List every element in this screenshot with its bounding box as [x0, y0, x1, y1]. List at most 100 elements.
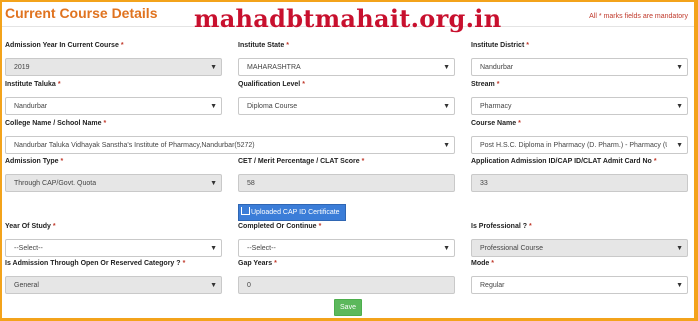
- year-of-study-select[interactable]: --Select-- ▼: [5, 239, 222, 257]
- admission-type-select[interactable]: Through CAP/Govt. Quota ▼: [5, 174, 222, 192]
- gap-years-field: Gap Years * 0: [238, 259, 455, 294]
- cet-score-field: CET / Merit Percentage / CLAT Score * 58: [238, 157, 455, 192]
- qualification-level-select[interactable]: Diploma Course ▼: [238, 97, 455, 115]
- institute-state-select[interactable]: MAHARASHTRA ▼: [238, 58, 455, 76]
- field-label: Institute District: [471, 42, 525, 49]
- input-value: 33: [480, 180, 488, 187]
- select-value: General: [14, 282, 39, 289]
- required-mark: *: [274, 260, 277, 267]
- required-mark: *: [529, 223, 532, 230]
- upload-button-label: Uploaded CAP ID Certificate: [251, 209, 340, 216]
- select-value: Post H.S.C. Diploma in Pharmacy (D. Phar…: [480, 142, 667, 149]
- upload-cap-certificate-button[interactable]: Uploaded CAP ID Certificate: [238, 204, 346, 221]
- required-mark: *: [518, 120, 521, 127]
- is-professional-select[interactable]: Professional Course ▼: [471, 239, 688, 257]
- select-value: --Select--: [14, 245, 43, 252]
- required-mark: *: [120, 42, 124, 49]
- gap-years-input[interactable]: 0: [238, 276, 455, 294]
- select-value: 2019: [14, 64, 30, 71]
- save-button[interactable]: Save: [334, 299, 362, 316]
- required-mark: *: [52, 223, 56, 230]
- required-mark: *: [103, 120, 107, 127]
- field-label: Year Of Study: [5, 223, 51, 230]
- select-value: MAHARASHTRA: [247, 64, 301, 71]
- mandatory-note: All * marks fields are mandatory: [589, 13, 688, 20]
- required-mark: *: [57, 81, 61, 88]
- field-label: Is Admission Through Open Or Reserved Ca…: [5, 260, 181, 267]
- chevron-down-icon: ▼: [676, 103, 683, 110]
- field-label: Gap Years: [238, 260, 273, 267]
- input-value: 58: [247, 180, 255, 187]
- chevron-down-icon: ▼: [676, 282, 683, 289]
- mode-field: Mode * Regular ▼: [471, 259, 688, 294]
- chevron-down-icon: ▼: [443, 142, 450, 149]
- required-mark: *: [496, 81, 500, 88]
- chevron-down-icon: ▼: [210, 180, 217, 187]
- select-value: Professional Course: [480, 245, 544, 252]
- select-value: Pharmacy: [480, 103, 512, 110]
- required-mark: *: [302, 81, 305, 88]
- select-value: Through CAP/Govt. Quota: [14, 180, 97, 187]
- chevron-down-icon: ▼: [210, 282, 217, 289]
- chevron-down-icon: ▼: [443, 245, 450, 252]
- course-name-select[interactable]: Post H.S.C. Diploma in Pharmacy (D. Phar…: [471, 136, 688, 154]
- page-title: Current Course Details: [5, 5, 158, 21]
- select-value: --Select--: [247, 245, 276, 252]
- chevron-down-icon: ▼: [443, 64, 450, 71]
- select-value: Nandurbar Taluka Vidhayak Sanstha's Inst…: [14, 142, 255, 149]
- stream-select[interactable]: Pharmacy ▼: [471, 97, 688, 115]
- chevron-down-icon: ▼: [210, 245, 217, 252]
- site-watermark: mahadbtmahait.org.in: [194, 4, 502, 33]
- field-label: Is Professional ?: [471, 223, 528, 230]
- cet-score-input[interactable]: 58: [238, 174, 455, 192]
- course-details-panel: Current Course Details mahadbtmahait.org…: [2, 2, 694, 318]
- field-label: Qualification Level: [238, 81, 301, 88]
- select-value: Diploma Course: [247, 103, 298, 110]
- required-mark: *: [286, 42, 290, 49]
- chevron-down-icon: ▼: [210, 64, 217, 71]
- select-value: Nandurbar: [480, 64, 514, 71]
- required-mark: *: [60, 158, 64, 165]
- completed-or-continue-select[interactable]: --Select-- ▼: [238, 239, 455, 257]
- input-value: 0: [247, 282, 251, 289]
- admission-type-field: Admission Type * Through CAP/Govt. Quota ▼: [5, 157, 222, 192]
- field-label: CET / Merit Percentage / CLAT Score: [238, 158, 360, 165]
- course-name-field: Course Name * Post H.S.C. Diploma in Phar…: [471, 119, 688, 154]
- institute-taluka-select[interactable]: Nandurbar ▼: [5, 97, 222, 115]
- category-field: Is Admission Through Open Or Reserved Ca…: [5, 259, 222, 294]
- required-mark: *: [491, 260, 495, 267]
- is-professional-field: Is Professional ? * Professional Course ▼: [471, 222, 688, 257]
- chevron-down-icon: ▼: [676, 64, 683, 71]
- field-label: Mode: [471, 260, 490, 267]
- application-id-input[interactable]: 33: [471, 174, 688, 192]
- institute-state-field: Institute State * MAHARASHTRA ▼: [238, 41, 455, 76]
- admission-year-select[interactable]: 2019 ▼: [5, 58, 222, 76]
- college-name-select[interactable]: Nandurbar Taluka Vidhayak Sanstha's Inst…: [5, 136, 455, 154]
- field-label: Institute Taluka: [5, 81, 56, 88]
- chevron-down-icon: ▼: [443, 103, 450, 110]
- field-label: Stream: [471, 81, 495, 88]
- chevron-down-icon: ▼: [676, 142, 683, 149]
- chevron-down-icon: ▼: [210, 103, 217, 110]
- admission-year-field: Admission Year In Current Course * 2019 ▼: [5, 41, 222, 76]
- institute-district-select[interactable]: Nandurbar ▼: [471, 58, 688, 76]
- year-of-study-field: Year Of Study * --Select-- ▼: [5, 222, 222, 257]
- institute-district-field: Institute District * Nandurbar ▼: [471, 41, 688, 76]
- category-select[interactable]: General ▼: [5, 276, 222, 294]
- field-label: Admission Year In Current Course: [5, 42, 119, 49]
- field-label: Application Admission ID/CAP ID/CLAT Adm…: [471, 158, 652, 165]
- application-id-field: Application Admission ID/CAP ID/CLAT Adm…: [471, 157, 688, 192]
- select-value: Nandurbar: [14, 103, 48, 110]
- required-mark: *: [526, 42, 530, 49]
- field-label: Admission Type: [5, 158, 59, 165]
- field-label: Course Name: [471, 120, 517, 127]
- select-value: Regular: [480, 282, 505, 289]
- field-label: College Name / School Name: [5, 120, 102, 127]
- completed-or-continue-field: Completed Or Continue * --Select-- ▼: [238, 222, 455, 257]
- stream-field: Stream * Pharmacy ▼: [471, 80, 688, 115]
- required-mark: *: [361, 158, 365, 165]
- field-label: Completed Or Continue: [238, 223, 317, 230]
- mode-select[interactable]: Regular ▼: [471, 276, 688, 294]
- required-mark: *: [318, 223, 322, 230]
- required-mark: *: [653, 158, 657, 165]
